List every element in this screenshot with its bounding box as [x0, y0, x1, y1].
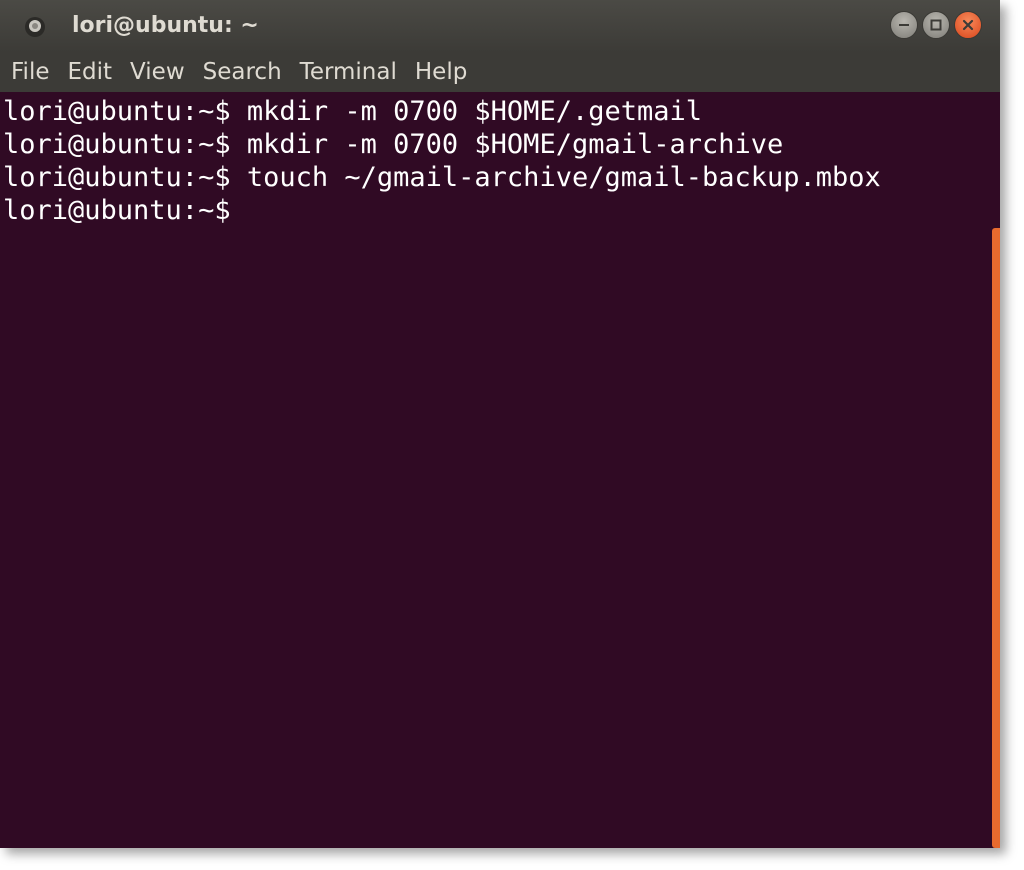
terminal-output[interactable]: lori@ubuntu:~$ mkdir -m 0700 $HOME/.getm… [0, 92, 992, 848]
prompt: lori@ubuntu:~$ [3, 162, 231, 193]
title-bar[interactable]: lori@ubuntu: ~ [0, 0, 1000, 52]
scrollbar-thumb[interactable] [992, 228, 1000, 848]
terminal-window: lori@ubuntu: ~ File Edit View Search Ter… [0, 0, 1000, 848]
menu-search[interactable]: Search [194, 52, 291, 92]
window-controls [890, 11, 982, 39]
close-button[interactable] [954, 11, 982, 39]
maximize-button[interactable] [922, 11, 950, 39]
close-icon [962, 19, 974, 31]
terminal-line: lori@ubuntu:~$ mkdir -m 0700 $HOME/gmail… [3, 128, 992, 161]
scrollbar[interactable] [992, 92, 1000, 848]
window-title: lori@ubuntu: ~ [72, 13, 259, 38]
menu-file[interactable]: File [2, 52, 59, 92]
menu-view[interactable]: View [121, 52, 194, 92]
menu-help[interactable]: Help [406, 52, 476, 92]
text-cursor [231, 199, 233, 225]
prompt: lori@ubuntu:~$ [3, 195, 231, 226]
menu-terminal[interactable]: Terminal [291, 52, 406, 92]
terminal-line: lori@ubuntu:~$ touch ~/gmail-archive/gma… [3, 161, 992, 194]
prompt: lori@ubuntu:~$ [3, 96, 231, 127]
menu-bar: File Edit View Search Terminal Help [0, 52, 1000, 92]
terminal-line: lori@ubuntu:~$ [3, 194, 992, 227]
menu-edit[interactable]: Edit [59, 52, 122, 92]
prompt: lori@ubuntu:~$ [3, 129, 231, 160]
terminal-app-icon [25, 17, 45, 37]
minimize-icon [899, 24, 909, 26]
command: mkdir -m 0700 $HOME/.getmail [246, 96, 702, 127]
command: touch ~/gmail-archive/gmail-backup.mbox [246, 162, 881, 193]
maximize-icon [930, 19, 942, 31]
command: mkdir -m 0700 $HOME/gmail-archive [246, 129, 784, 160]
minimize-button[interactable] [890, 11, 918, 39]
terminal-line: lori@ubuntu:~$ mkdir -m 0700 $HOME/.getm… [3, 95, 992, 128]
